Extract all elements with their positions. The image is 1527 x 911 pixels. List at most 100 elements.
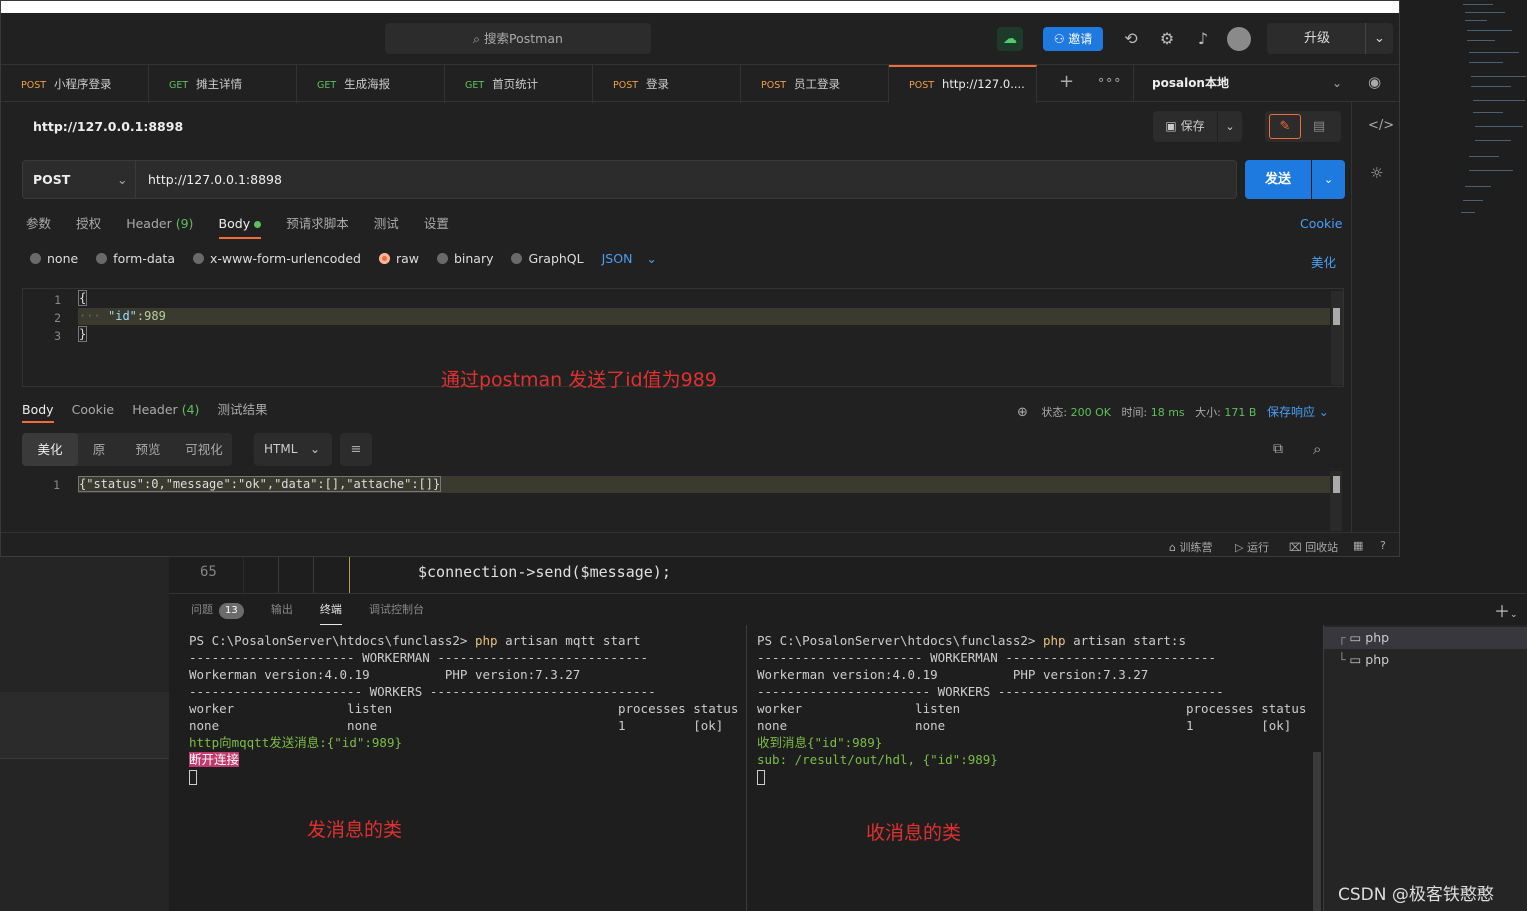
invite-button[interactable]: ⚇ 邀请: [1043, 27, 1103, 51]
view-visualize[interactable]: 可视化: [176, 433, 232, 466]
globe-icon[interactable]: ⊕: [1017, 405, 1028, 420]
bell-icon[interactable]: ♪: [1190, 26, 1216, 52]
terminal-right[interactable]: PS C:\PosalonServer\htdocs\funclass2> ph…: [757, 632, 1306, 785]
avatar[interactable]: [1227, 27, 1251, 51]
tab-test-results[interactable]: 测试结果: [218, 399, 268, 418]
line-number: 1: [54, 293, 61, 307]
tab-auth[interactable]: 授权: [76, 211, 101, 237]
scrollbar-thumb[interactable]: [1333, 308, 1340, 325]
radio-urlencoded[interactable]: x-www-form-urlencoded: [192, 251, 361, 266]
tab-tests[interactable]: 测试: [374, 211, 399, 237]
request-tab[interactable]: GET 摊主详情: [149, 65, 297, 103]
tab-body[interactable]: Body: [218, 211, 262, 239]
request-tab[interactable]: GET 首页统计: [445, 65, 593, 103]
editor-scrollbar[interactable]: [1331, 291, 1343, 385]
environment-select[interactable]: posalon本地 ⌄: [1133, 64, 1351, 102]
save-dropdown-button[interactable]: ⌄: [1218, 111, 1242, 142]
radio-none[interactable]: none: [30, 251, 78, 266]
tab-response-cookies[interactable]: Cookie: [72, 402, 114, 417]
search-input[interactable]: ⌕ 搜索Postman: [385, 23, 651, 54]
method-select[interactable]: POST ⌄: [22, 160, 136, 199]
scrollbar-thumb[interactable]: [1333, 476, 1340, 493]
copy-icon[interactable]: ⧉: [1273, 441, 1283, 457]
terminal-list-item[interactable]: └ ▭ php: [1324, 649, 1527, 671]
response-view-tabs: 美化 原 预览 可视化: [22, 433, 232, 466]
chevron-down-icon: ⌄: [117, 172, 128, 187]
trash-link[interactable]: ⌧ 回收站: [1289, 539, 1338, 555]
line-number: 2: [54, 311, 61, 325]
beautify-link[interactable]: 美化: [1311, 252, 1336, 271]
body-format-select[interactable]: JSON ⌄: [602, 251, 657, 266]
code-line: $connection->send($message);: [418, 563, 671, 581]
tab-response-headers[interactable]: Header (4): [132, 402, 199, 417]
tab-settings[interactable]: 设置: [424, 211, 449, 237]
eye-icon[interactable]: ◉: [1368, 73, 1381, 91]
help-icon[interactable]: ?: [1380, 539, 1386, 552]
current-line-highlight: [78, 308, 1330, 325]
view-raw[interactable]: 原: [78, 433, 120, 466]
new-terminal-icon[interactable]: ＋⌄: [1494, 598, 1518, 622]
chevron-down-icon[interactable]: ⌄: [1365, 23, 1385, 54]
code-icon[interactable]: </>: [1368, 118, 1394, 133]
request-title[interactable]: http://127.0.0.1:8898: [33, 119, 183, 134]
save-button[interactable]: ▣ 保存: [1153, 111, 1217, 142]
tab-headers[interactable]: Header (9): [126, 211, 193, 237]
tab-output[interactable]: 输出: [271, 596, 293, 624]
terminal-icon: ▭: [1349, 652, 1362, 667]
request-tab[interactable]: GET 生成海报: [297, 65, 445, 103]
radio-form-data[interactable]: form-data: [96, 251, 175, 266]
window-top-strip: [1, 1, 1399, 13]
chevron-down-icon: ⌄: [310, 442, 321, 456]
url-input[interactable]: http://127.0.0.1:8898: [136, 160, 1237, 199]
layout-icon[interactable]: ▦: [1353, 539, 1363, 552]
save-response-button[interactable]: 保存响应 ⌄: [1267, 405, 1329, 419]
terminal-cursor: [757, 770, 765, 785]
request-tab[interactable]: POST 登录: [593, 65, 741, 103]
send-button[interactable]: 发送: [1245, 160, 1311, 199]
panel-tabs: 问题 13 输出 终端 调试控制台: [169, 596, 424, 625]
terminal-left[interactable]: PS C:\PosalonServer\htdocs\funclass2> ph…: [189, 632, 738, 785]
tab-debug-console[interactable]: 调试控制台: [369, 596, 424, 624]
lightbulb-icon[interactable]: ☼: [1370, 164, 1383, 182]
radio-raw[interactable]: raw: [378, 251, 419, 266]
tab-response-body[interactable]: Body: [22, 402, 54, 423]
indent-guide: ···: [79, 309, 101, 323]
chevron-down-icon[interactable]: ⌄: [1510, 610, 1518, 620]
terminal-scrollbar[interactable]: [1313, 752, 1321, 911]
comment-icon[interactable]: ▤: [1303, 114, 1335, 139]
upgrade-button[interactable]: 升级 ⌄: [1267, 23, 1393, 54]
view-preview[interactable]: 预览: [120, 433, 176, 466]
cookies-link[interactable]: Cookie: [1300, 216, 1342, 231]
satellite-icon[interactable]: ⟲: [1118, 26, 1144, 52]
tab-params[interactable]: 参数: [26, 211, 51, 237]
annotation-sender: 发消息的类: [307, 819, 403, 841]
sync-cloud-icon[interactable]: ☁: [997, 27, 1023, 51]
view-pretty[interactable]: 美化: [22, 433, 78, 466]
request-tab-active[interactable]: POST http://127.0....: [889, 65, 1037, 103]
add-user-icon: ⚇: [1053, 32, 1065, 46]
response-body-text[interactable]: {"status":0,"message":"ok","data":[],"at…: [77, 476, 442, 492]
training-link[interactable]: ⌂ 训练营: [1169, 539, 1212, 555]
status-bar: ⌂ 训练营 ▷ 运行 ⌧ 回收站 ▦ ?: [1, 532, 1399, 556]
more-icon[interactable]: ∘∘∘: [1097, 73, 1121, 88]
response-format-select[interactable]: HTML ⌄: [254, 433, 332, 466]
terminal-list: ┌ ▭ php └ ▭ php: [1323, 625, 1527, 911]
radio-graphql[interactable]: GraphQL: [511, 251, 584, 266]
send-dropdown-button[interactable]: ⌄: [1312, 160, 1345, 199]
new-tab-plus-icon[interactable]: +: [1059, 71, 1074, 92]
runner-link[interactable]: ▷ 运行: [1235, 539, 1269, 555]
tab-terminal[interactable]: 终端: [319, 596, 342, 625]
gear-icon[interactable]: ⚙: [1154, 26, 1180, 52]
request-tab[interactable]: POST 员工登录: [741, 65, 889, 103]
terminal-split-divider[interactable]: [746, 625, 747, 911]
request-tab[interactable]: POST 小程序登录: [1, 65, 149, 103]
search-icon[interactable]: ⌕: [1313, 440, 1321, 458]
terminal-list-item[interactable]: ┌ ▭ php: [1324, 627, 1527, 649]
wrap-lines-icon[interactable]: ≡: [340, 433, 372, 466]
code-editor: 65 $connection->send($message);: [169, 557, 1527, 593]
tab-problems[interactable]: 问题 13: [191, 596, 244, 624]
response-status: ⊕ 状态: 200 OK 时间: 18 ms 大小: 171 B 保存响应 ⌄: [1017, 405, 1329, 420]
tab-pre-request-script[interactable]: 预请求脚本: [286, 211, 349, 237]
pencil-icon[interactable]: ✎: [1269, 114, 1301, 139]
radio-binary[interactable]: binary: [436, 251, 493, 266]
